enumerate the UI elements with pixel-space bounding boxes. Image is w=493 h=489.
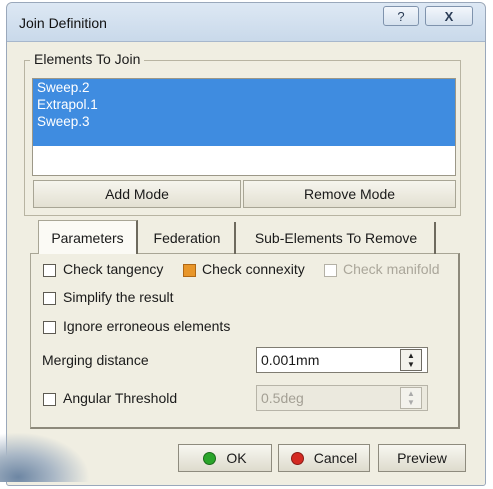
list-item[interactable]: Sweep.3 <box>33 113 455 130</box>
spin-up-icon[interactable]: ▲ <box>407 389 415 398</box>
preview-button[interactable]: Preview <box>378 444 466 472</box>
elements-list[interactable]: Sweep.2 Extrapol.1 Sweep.3 <box>32 78 456 176</box>
decorative-corner <box>0 432 90 482</box>
simplify-result-checkbox[interactable] <box>43 292 56 305</box>
title-bar[interactable]: Join Definition ? X <box>7 3 485 42</box>
angular-threshold-spinner[interactable]: ▲ ▼ <box>400 387 422 409</box>
tab-federation[interactable]: Federation <box>140 222 236 254</box>
ignore-erroneous-checkbox[interactable] <box>43 321 56 334</box>
check-connexity-label: Check connexity <box>202 261 305 277</box>
spin-down-icon[interactable]: ▼ <box>407 398 415 407</box>
ok-icon <box>203 451 217 465</box>
list-selection-fill <box>33 130 455 146</box>
check-tangency-checkbox[interactable] <box>43 264 56 277</box>
check-manifold-label: Check manifold <box>343 261 440 277</box>
ignore-erroneous-label: Ignore erroneous elements <box>63 318 231 334</box>
close-icon: X <box>444 8 454 24</box>
simplify-result-label: Simplify the result <box>63 289 174 305</box>
angular-threshold-label: Angular Threshold <box>63 390 178 406</box>
ok-button[interactable]: OK <box>178 444 272 472</box>
dialog-title: Join Definition <box>19 15 107 31</box>
merging-distance-spinner[interactable]: ▲ ▼ <box>400 349 422 371</box>
list-item[interactable]: Extrapol.1 <box>33 96 455 113</box>
remove-mode-button[interactable]: Remove Mode <box>243 180 456 208</box>
cancel-button[interactable]: Cancel <box>278 444 370 472</box>
elements-group-label: Elements To Join <box>30 51 145 67</box>
add-mode-button[interactable]: Add Mode <box>33 180 241 208</box>
check-tangency-label: Check tangency <box>63 261 164 277</box>
check-connexity-checkbox[interactable] <box>183 264 196 277</box>
spin-down-icon[interactable]: ▼ <box>407 360 415 369</box>
angular-threshold-checkbox[interactable] <box>43 393 56 406</box>
check-manifold-checkbox[interactable] <box>324 264 337 277</box>
tab-parameters[interactable]: Parameters <box>38 220 138 254</box>
help-icon: ? <box>397 8 405 24</box>
help-button[interactable]: ? <box>383 6 419 26</box>
close-button[interactable]: X <box>425 6 473 26</box>
cancel-icon <box>290 451 304 465</box>
list-item[interactable]: Sweep.2 <box>33 79 455 96</box>
spin-up-icon[interactable]: ▲ <box>407 351 415 360</box>
merging-distance-label: Merging distance <box>42 352 149 368</box>
cancel-label: Cancel <box>313 450 358 466</box>
ok-label: OK <box>226 450 247 466</box>
tab-sub-elements-to-remove[interactable]: Sub-Elements To Remove <box>238 222 436 254</box>
